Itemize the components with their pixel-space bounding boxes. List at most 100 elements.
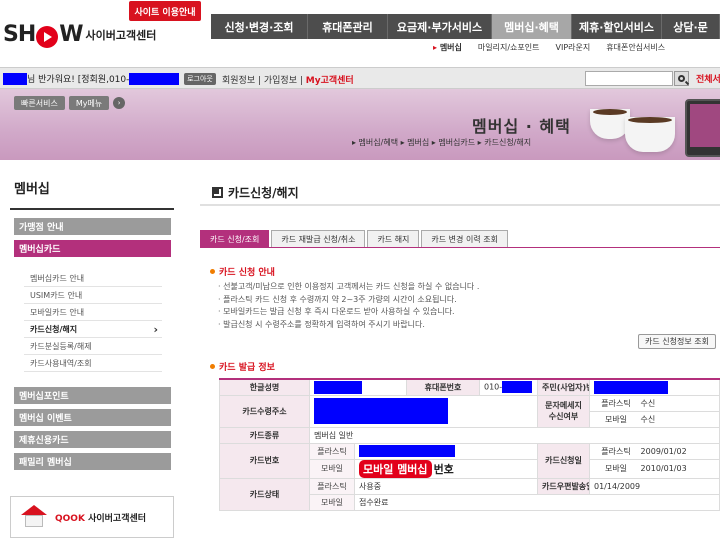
section-issue-info-title: 카드 발급 정보 (219, 363, 275, 373)
sidebar-sub-lost[interactable]: 카드분실등록/해제 (24, 339, 162, 355)
sidebar-item-family[interactable]: 패밀리 멤버십 (14, 453, 171, 470)
redacted-address (314, 398, 448, 424)
card-info-inquiry-button[interactable]: 카드 신청정보 조회 (638, 334, 716, 349)
cardno-plastic-label: 플라스틱 (309, 442, 355, 460)
mobile-membership-label: 모바일 멤버십 (359, 460, 432, 477)
sidebar-title: 멤버십 (14, 182, 50, 197)
cardno-mobile-label: 모바일 (309, 458, 355, 479)
greeting: 님 반가워요! [정회원,010- (3, 72, 180, 85)
user-links-text[interactable]: 회원정보 | 가입정보 | (222, 76, 306, 86)
user-links: 회원정보 | 가입정보 | My고객센터 (222, 73, 354, 86)
qook-text: QOOK 사이버고객센터 (55, 511, 146, 524)
quick-service-button[interactable]: 빠른서비스 (14, 96, 65, 110)
qook-brand: QOOK (55, 513, 85, 524)
sidebar-sub-apply[interactable]: 카드신청/해지 › (24, 322, 162, 338)
site-guide-button[interactable]: 사이트 이용안내 (129, 1, 201, 21)
tab-apply[interactable]: 카드 신청/조회 (200, 230, 270, 247)
main-content: 카드신청/해지 카드 신청/조회 카드 재발급 신청/취소 카드 해지 카드 변… (200, 160, 720, 538)
sidebar-item-points[interactable]: 멤버십포인트 (14, 387, 171, 404)
sidebar-sub-history[interactable]: 카드사용내역/조회 (24, 356, 162, 372)
my-menu-button[interactable]: My메뉴 (68, 96, 110, 110)
status-mobile-value: 접수완료 (354, 493, 720, 511)
notice-item: 발급신청 시 수령주소를 정확하게 입력하여 주시기 바랍니다. (218, 319, 479, 332)
page-title-text: 카드신청/해지 (228, 186, 299, 200)
divider (200, 247, 720, 248)
search-button[interactable] (674, 71, 689, 86)
search-input[interactable] (585, 71, 673, 86)
gnb-item-membership[interactable]: 멤버십·혜택 (492, 14, 572, 39)
sidebar-sub-mobile-info[interactable]: 모바일카드 안내 (24, 305, 162, 321)
page-banner: 빠른서비스 My메뉴 › 멤버십 · 혜택 ▸ 멤버십/혜택 ▸ 멤버십 ▸ 멤… (0, 89, 720, 160)
gnb-item-plans[interactable]: 요금제·부가서비스 (388, 14, 492, 39)
logo-subtitle: 사이버고객센터 (85, 28, 157, 42)
gnb-item-partner[interactable]: 제휴·할인서비스 (572, 14, 662, 39)
sidebar-sub-card-info[interactable]: 멤버십카드 안내 (24, 271, 162, 287)
bullet-icon (210, 269, 215, 274)
cardno-mobile-value: 모바일 멤버십 번호 (354, 458, 538, 479)
arrow-box-icon (212, 187, 223, 198)
coffee-cup-image-2 (625, 117, 675, 152)
breadcrumb: ▸ 멤버십/혜택 ▸ 멤버십 ▸ 멤버십카드 ▸ 카드신청/해지 (352, 138, 532, 147)
sub-nav-vip[interactable]: VIP라운지 (547, 42, 598, 53)
redacted-card-number (359, 445, 455, 457)
house-icon (19, 505, 49, 529)
tab-reissue[interactable]: 카드 재발급 신청/취소 (271, 230, 366, 247)
jumin-value (589, 378, 720, 396)
notice-item: 모바일카드는 발급 신청 후 즉시 다운로드 받아 사용하실 수 있습니다. (218, 306, 479, 319)
my-center-link[interactable]: My고객센터 (306, 76, 354, 86)
qook-banner[interactable]: QOOK 사이버고객센터 (10, 496, 174, 538)
status-header: 카드상태 (219, 477, 310, 511)
apply-plastic-value: 2009/01/02 (640, 446, 687, 456)
sub-nav: ▸ 멤버십 마일리지/쇼포인트 VIP라운지 휴대폰안심서비스 (425, 42, 673, 53)
apply-date-header: 카드신청일 (537, 442, 590, 479)
show-logo[interactable]: SH W 사이버고객센터 (3, 22, 157, 48)
gnb-item-consult[interactable]: 상담·문 (662, 14, 720, 39)
gnb-item-apply[interactable]: 신청·변경·조회 (211, 14, 308, 39)
logout-button[interactable]: 로그아웃 (184, 73, 216, 85)
sidebar-item-credit-card[interactable]: 제휴신용카드 (14, 431, 171, 448)
notice-list: 선불고객/미납으로 인한 이용정지 고객께서는 카드 신청을 하실 수 없습니다… (218, 281, 479, 331)
status-mobile-label: 모바일 (309, 493, 355, 511)
sidebar-sub-apply-label: 카드신청/해지 (30, 325, 78, 334)
search-icon (678, 75, 685, 82)
sub-nav-safe[interactable]: 휴대폰안심서비스 (598, 42, 673, 53)
type-value: 멤버십 일반 (309, 426, 720, 444)
table-row: 카드종류 멤버십 일반 (219, 426, 720, 444)
sidebar-item-events[interactable]: 멤버십 이벤트 (14, 409, 171, 426)
sidebar-item-stores[interactable]: 가맹점 안내 (14, 218, 171, 235)
apply-plastic-label: 플라스틱 (601, 446, 631, 456)
banner-title: 멤버십 · 혜택 (472, 117, 571, 136)
card-issue-table: 한글성명 휴대폰번호 010- 주민(사업자)번호 카드수령주소 문자메세지 수… (219, 378, 720, 511)
sub-nav-membership[interactable]: ▸ 멤버십 (425, 42, 470, 53)
sidebar-sub-usim-info[interactable]: USIM카드 안내 (24, 288, 162, 304)
cardno-header: 카드번호 (219, 442, 310, 479)
redacted-phone (502, 381, 533, 394)
phone-image (685, 99, 720, 157)
type-header: 카드종류 (219, 426, 310, 444)
all-menu-link[interactable]: 전체서 (696, 72, 720, 85)
sms-plastic-value: 수신 (640, 398, 656, 408)
apply-mobile: 모바일 2010/01/03 (589, 458, 720, 479)
status-plastic-value: 사용중 (354, 477, 538, 495)
greeting-text: 님 반가워요! [정회원,010- (27, 75, 130, 85)
sms-mobile-label: 모바일 (604, 414, 628, 424)
table-row: 카드상태 플라스틱 사용중 카드우편발송일 01/14/2009 (219, 477, 720, 511)
tab-history[interactable]: 카드 변경 이력 조회 (421, 230, 508, 247)
sub-nav-mileage[interactable]: 마일리지/쇼포인트 (470, 42, 548, 53)
apply-plastic: 플라스틱 2009/01/02 (589, 442, 720, 460)
sub-nav-membership-label: 멤버십 (439, 43, 462, 52)
sms-mobile: 모바일 수신 (589, 410, 720, 428)
jumin-header: 주민(사업자)번호 (537, 378, 590, 396)
chevron-right-icon[interactable]: › (113, 97, 126, 109)
gnb-item-phone[interactable]: 휴대폰관리 (308, 14, 388, 39)
tab-cancel[interactable]: 카드 해지 (367, 230, 420, 247)
user-bar: 님 반가워요! [정회원,010- 로그아웃 회원정보 | 가입정보 | My고… (0, 67, 720, 89)
table-row: 카드번호 플라스틱 카드신청일 플라스틱 2009/01/02 (219, 442, 720, 479)
phone-prefix: 010- (484, 382, 503, 392)
section-apply-guide: 카드 신청 안내 (210, 265, 275, 278)
table-row: 한글성명 휴대폰번호 010- 주민(사업자)번호 (219, 378, 720, 396)
section-issue-info: 카드 발급 정보 (210, 360, 275, 373)
status-plastic-label: 플라스틱 (309, 477, 355, 495)
phone-header: 휴대폰번호 (406, 378, 480, 396)
sidebar-item-membership-card[interactable]: 멤버십카드 (14, 240, 171, 257)
